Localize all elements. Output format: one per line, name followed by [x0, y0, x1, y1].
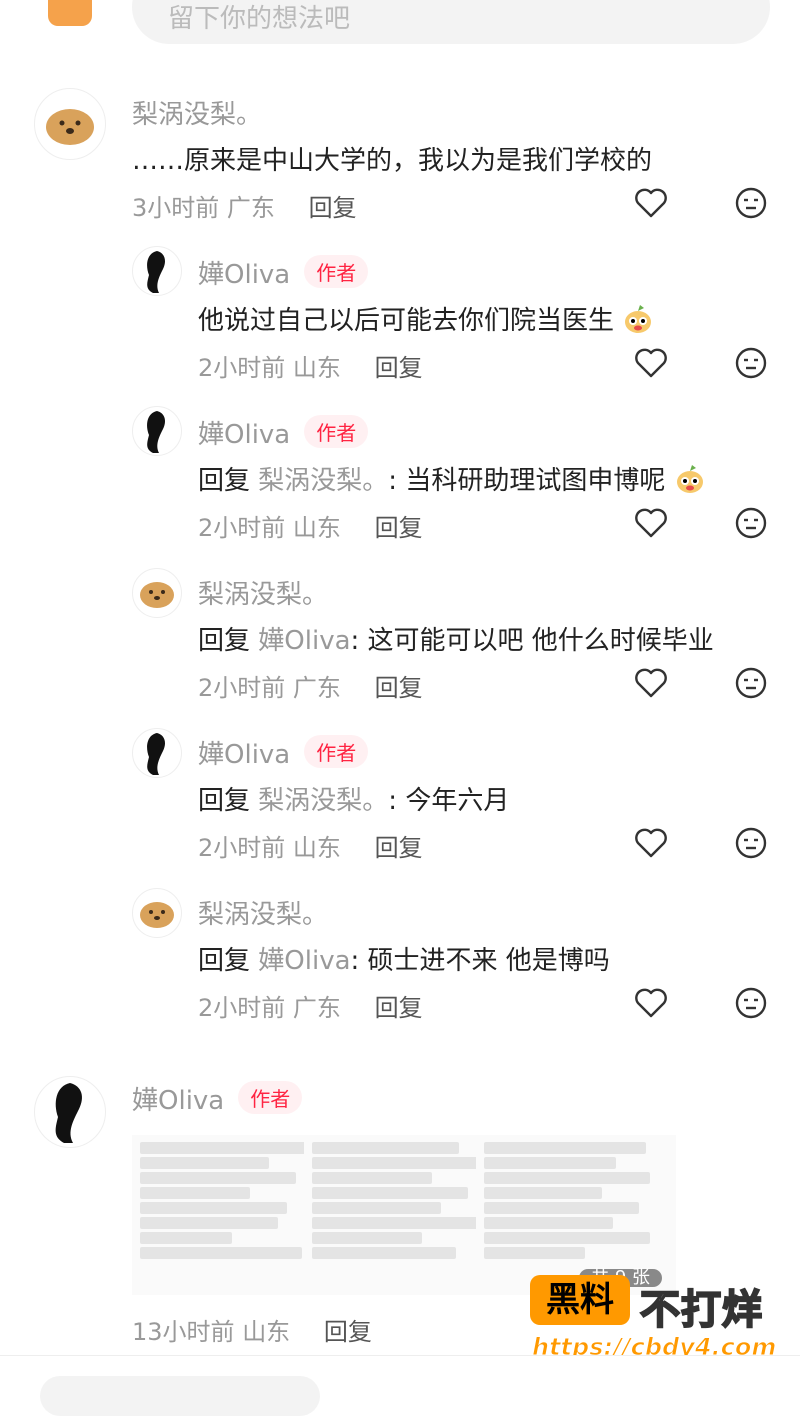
comment-time: 2小时前 [198, 354, 286, 382]
reply-prefix: 回复 [198, 946, 251, 976]
comment-input[interactable]: 留下你的想法吧 [132, 0, 770, 44]
like-heart-icon[interactable] [634, 986, 668, 1020]
comment-text-body: 他说过自己以后可能去你们院当医生 [198, 306, 615, 336]
like-heart-icon[interactable] [634, 186, 668, 220]
comment-username[interactable]: 嬅Oliva 作者 [198, 734, 369, 771]
author-tag: 作者 [304, 255, 369, 288]
emoji-reaction-icon[interactable] [734, 346, 768, 380]
comment-text: 他说过自己以后可能去你们院当医生 [198, 300, 654, 337]
comment-username[interactable]: 嬅Oliva 作者 [198, 414, 369, 451]
author-tag: 作者 [304, 415, 369, 448]
reply-button[interactable]: 回复 [324, 1318, 372, 1346]
comment-text: 回复 嬅Oliva: 硕士进不来 他是博吗 [198, 940, 610, 977]
like-heart-icon[interactable] [634, 506, 668, 540]
avatar[interactable] [132, 406, 182, 456]
username-text[interactable]: 嬅Oliva [198, 740, 290, 770]
comment-location: 山东 [292, 354, 341, 382]
reply-button[interactable]: 回复 [375, 514, 423, 542]
comment-meta: 3小时前 广东 回复 [132, 188, 357, 223]
comment-meta: 2小时前 广东 回复 [198, 988, 423, 1023]
reply-button[interactable]: 回复 [309, 194, 357, 222]
pear-emoji-icon [625, 305, 652, 333]
comment-meta: 2小时前 广东 回复 [198, 668, 423, 703]
watermark-slogan: 不打烊 [639, 1286, 763, 1334]
emoji-reaction-icon[interactable] [734, 826, 768, 860]
reply-button[interactable]: 回复 [375, 674, 423, 702]
reply-prefix: 回复 [198, 626, 251, 656]
comment-text: 回复 梨涡没梨。: 当科研助理试图申博呢 [198, 460, 706, 497]
username-text[interactable]: 嬅Oliva [198, 260, 290, 290]
author-tag: 作者 [238, 1081, 303, 1114]
comment-text-body: : 硕士进不来 他是博吗 [350, 946, 610, 976]
screenshot-image[interactable] [304, 1135, 504, 1295]
like-heart-icon[interactable] [634, 826, 668, 860]
comment-meta: 2小时前 山东 回复 [198, 508, 423, 543]
comment-location: 山东 [292, 834, 341, 862]
comment-text-body: : 这可能可以吧 他什么时候毕业 [350, 626, 714, 656]
like-heart-icon[interactable] [634, 346, 668, 380]
comment-text: 回复 嬅Oliva: 这可能可以吧 他什么时候毕业 [198, 620, 714, 657]
comment-text-body: : 当科研助理试图申博呢 [388, 466, 666, 496]
comment-time: 3小时前 [132, 194, 220, 222]
pear-emoji-icon [676, 465, 703, 493]
reply-to-user[interactable]: 嬅Oliva [258, 626, 350, 656]
emoji-reaction-icon[interactable] [734, 666, 768, 700]
comment-location: 广东 [226, 194, 275, 222]
comment-username[interactable]: 梨涡没梨。 [198, 894, 328, 931]
comment-text: 回复 梨涡没梨。: 今年六月 [198, 780, 509, 817]
author-tag: 作者 [304, 735, 369, 768]
comment-input-placeholder: 留下你的想法吧 [168, 4, 351, 34]
emoji-reaction-icon[interactable] [734, 986, 768, 1020]
reply-prefix: 回复 [198, 786, 251, 816]
comment-username[interactable]: 梨涡没梨。 [132, 94, 262, 131]
username-text[interactable]: 嬅Oliva [132, 1086, 224, 1116]
comment-time: 2小时前 [198, 834, 286, 862]
avatar[interactable] [132, 568, 182, 618]
comment-location: 广东 [292, 994, 341, 1022]
comment-username[interactable]: 嬅Oliva 作者 [198, 254, 369, 291]
like-heart-icon[interactable] [634, 666, 668, 700]
comment-meta: 13小时前 山东 回复 [132, 1312, 372, 1347]
comment-location: 山东 [242, 1318, 291, 1346]
comment-meta: 2小时前 山东 回复 [198, 348, 423, 383]
reply-prefix: 回复 [198, 466, 251, 496]
avatar[interactable] [132, 888, 182, 938]
watermark-brand: 黑料 [530, 1275, 630, 1325]
image-gallery[interactable]: 共 9 张 [132, 1135, 772, 1295]
avatar[interactable] [132, 728, 182, 778]
comment-meta: 2小时前 山东 回复 [198, 828, 423, 863]
comment-username[interactable]: 嬅Oliva 作者 [132, 1080, 303, 1117]
reply-to-user[interactable]: 梨涡没梨。 [258, 786, 388, 816]
reply-button[interactable]: 回复 [375, 834, 423, 862]
emoji-reaction-icon[interactable] [734, 506, 768, 540]
avatar[interactable] [34, 1076, 106, 1148]
avatar[interactable] [34, 88, 106, 160]
comment-time: 2小时前 [198, 674, 286, 702]
screenshot-image[interactable]: 共 9 张 [476, 1135, 676, 1295]
reply-to-user[interactable]: 嬅Oliva [258, 946, 350, 976]
screenshot-image[interactable] [132, 1135, 332, 1295]
avatar[interactable] [132, 246, 182, 296]
comment-time: 2小时前 [198, 994, 286, 1022]
username-text[interactable]: 嬅Oliva [198, 420, 290, 450]
comment-time: 13小时前 [132, 1318, 235, 1346]
bottom-comment-input[interactable] [40, 1376, 320, 1416]
reply-to-user[interactable]: 梨涡没梨。 [258, 466, 388, 496]
comment-location: 山东 [292, 514, 341, 542]
reply-button[interactable]: 回复 [375, 994, 423, 1022]
comment-text-body: : 今年六月 [388, 786, 510, 816]
cheese-sticker-icon [48, 0, 92, 26]
reply-button[interactable]: 回复 [375, 354, 423, 382]
comment-time: 2小时前 [198, 514, 286, 542]
comment-location: 广东 [292, 674, 341, 702]
comment-username[interactable]: 梨涡没梨。 [198, 574, 328, 611]
comment-text: ……原来是中山大学的，我以为是我们学校的 [132, 146, 653, 176]
emoji-reaction-icon[interactable] [734, 186, 768, 220]
